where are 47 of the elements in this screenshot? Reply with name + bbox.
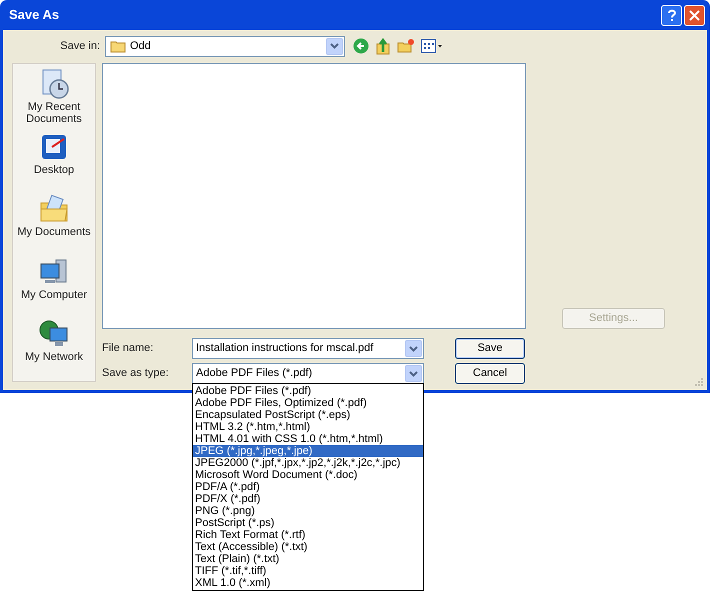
file-type-option[interactable]: Rich Text Format (*.rtf) <box>193 529 423 541</box>
file-type-option[interactable]: HTML 3.2 (*.htm,*.html) <box>193 421 423 433</box>
save-in-dropdown[interactable]: Odd <box>105 36 345 56</box>
save-in-label: Save in: <box>59 38 101 54</box>
file-type-option[interactable]: JPEG (*.jpg,*.jpeg,*.jpe) <box>193 445 423 457</box>
file-name-combo[interactable]: Installation instructions for mscal.pdf <box>192 338 424 359</box>
place-item[interactable]: Desktop <box>13 130 95 194</box>
up-folder-icon[interactable] <box>375 38 391 54</box>
chevron-down-icon <box>409 370 418 376</box>
file-name-label: File name: <box>102 341 154 356</box>
place-item[interactable]: My Recent Documents <box>13 68 95 131</box>
place-item[interactable]: My Network <box>13 318 95 381</box>
file-type-option[interactable]: Adobe PDF Files (*.pdf) <box>193 385 423 397</box>
file-type-option[interactable]: PNG (*.png) <box>193 505 423 517</box>
close-icon <box>689 10 700 20</box>
chevron-down-icon <box>409 346 418 352</box>
folder-icon <box>110 40 126 52</box>
file-type-option[interactable]: Text (Plain) (*.txt) <box>193 553 423 565</box>
help-button[interactable] <box>661 4 682 26</box>
views-menu-icon[interactable] <box>421 39 443 53</box>
file-type-option[interactable]: Encapsulated PostScript (*.eps) <box>193 409 423 421</box>
file-type-option[interactable]: XML 1.0 (*.xml) <box>193 577 423 589</box>
resize-grip-icon <box>694 377 704 387</box>
save-as-type-label: Save as type: <box>102 366 170 382</box>
place-item[interactable]: My Computer <box>13 256 95 318</box>
close-button[interactable] <box>684 4 705 26</box>
file-type-option[interactable]: PDF/X (*.pdf) <box>193 493 423 505</box>
file-type-option[interactable]: TIFF (*.tif,*.tiff) <box>193 565 423 577</box>
place-item[interactable]: My Documents <box>13 193 95 256</box>
dropdown-arrow-button[interactable] <box>405 340 422 357</box>
file-type-option[interactable]: PDF/A (*.pdf) <box>193 481 423 493</box>
file-type-option[interactable]: PostScript (*.ps) <box>193 517 423 529</box>
chevron-down-icon <box>330 43 339 49</box>
file-type-option[interactable]: JPEG2000 (*.jpf,*.jpx,*.jp2,*.j2k,*.j2c,*.jpc) <box>193 457 423 469</box>
dropdown-arrow-button[interactable] <box>326 38 343 54</box>
file-type-option[interactable]: Microsoft Word Document (*.doc) <box>193 469 423 481</box>
window-title: Save As <box>9 6 60 24</box>
save-as-type-combo[interactable]: Adobe PDF Files (*.pdf) <box>192 363 424 384</box>
file-type-option[interactable]: Adobe PDF Files, Optimized (*.pdf) <box>193 397 423 409</box>
new-folder-icon[interactable] <box>397 38 415 54</box>
save-button[interactable]: Save <box>455 338 525 359</box>
cancel-button[interactable]: Cancel <box>455 363 525 384</box>
save-in-value: Odd <box>130 38 152 54</box>
dropdown-arrow-button[interactable] <box>405 365 422 382</box>
file-type-option[interactable]: HTML 4.01 with CSS 1.0 (*.htm,*.html) <box>193 433 423 445</box>
file-type-option[interactable]: Text (Accessible) (*.txt) <box>193 541 423 553</box>
question-mark-icon <box>666 8 676 22</box>
